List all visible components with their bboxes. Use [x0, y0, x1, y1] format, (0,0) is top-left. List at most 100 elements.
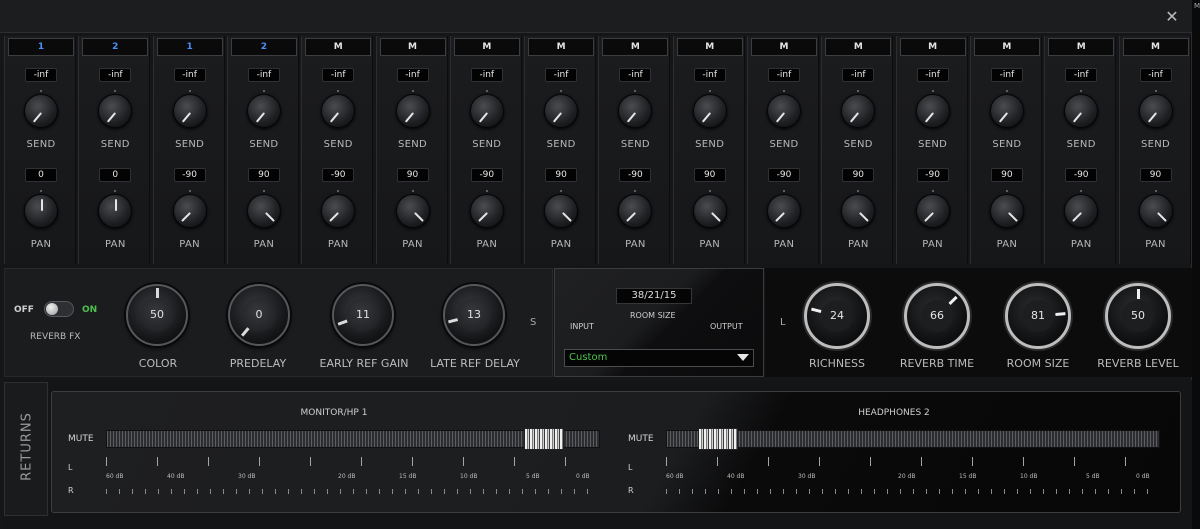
- send-value: -inf: [247, 68, 280, 82]
- knob-indicator: [1055, 312, 1066, 317]
- send-knob[interactable]: [1138, 94, 1173, 128]
- pan-value: 90: [842, 168, 875, 182]
- mute-button[interactable]: MUTE: [68, 434, 94, 444]
- scale-label: 10 dB: [460, 473, 478, 480]
- output-fader[interactable]: [666, 430, 1160, 448]
- reverb-early-ref-gain-knob[interactable]: 11: [332, 284, 394, 346]
- close-button[interactable]: ✕: [1162, 7, 1182, 27]
- knob-indicator: [255, 112, 266, 123]
- returns-tab[interactable]: RETURNS: [4, 382, 48, 516]
- knob-indicator: [1007, 212, 1018, 222]
- scale-label: 20 dB: [898, 473, 916, 480]
- pan-label: PAN: [550, 239, 572, 250]
- knob-indicator: [180, 212, 191, 222]
- fader-thumb[interactable]: [697, 428, 738, 450]
- channel-strip: 2 -inf SEND 0 PAN: [78, 36, 151, 264]
- channel-strip: M -inf SEND 90 PAN: [524, 36, 597, 264]
- reverb-color-knob[interactable]: 50: [126, 284, 188, 346]
- pan-value: 90: [693, 168, 726, 182]
- pan-knob[interactable]: [915, 194, 950, 228]
- scale-label: 60 dB: [106, 473, 124, 480]
- reverb-toggle[interactable]: [44, 301, 74, 317]
- send-knob[interactable]: [321, 94, 356, 128]
- knob-top-dot: [188, 190, 191, 192]
- send-value: -inf: [545, 68, 578, 82]
- send-knob[interactable]: [98, 94, 133, 128]
- send-knob[interactable]: [841, 94, 876, 128]
- send-knob[interactable]: [618, 94, 653, 128]
- pan-knob[interactable]: [172, 194, 207, 228]
- send-knob[interactable]: [692, 94, 727, 128]
- pan-knob[interactable]: [618, 194, 653, 228]
- send-knob[interactable]: [915, 94, 950, 128]
- knob-value: 81: [1022, 300, 1054, 332]
- returns-body: [51, 391, 1181, 513]
- send-knob[interactable]: [767, 94, 801, 128]
- reverb-late-ref-delay-knob[interactable]: 13: [443, 284, 505, 346]
- mute-button[interactable]: MUTE: [628, 434, 654, 444]
- channel-strip: 1 -inf SEND -90 PAN: [152, 36, 225, 264]
- pan-label: PAN: [1070, 239, 1092, 250]
- send-knob[interactable]: [1064, 94, 1099, 128]
- knob-value: 50: [1122, 300, 1154, 332]
- pan-knob[interactable]: [246, 194, 281, 228]
- send-knob[interactable]: [172, 94, 207, 128]
- pan-knob[interactable]: [24, 194, 58, 228]
- send-knob[interactable]: [24, 94, 58, 128]
- output-title: MONITOR/HP 1: [300, 408, 368, 418]
- pan-value: -90: [173, 168, 206, 182]
- pan-label: PAN: [179, 239, 200, 250]
- channel-name: M: [602, 38, 669, 56]
- send-knob[interactable]: [395, 94, 430, 128]
- knob-top-dot: [931, 90, 934, 92]
- send-value: -inf: [990, 68, 1023, 82]
- pan-knob[interactable]: [469, 194, 504, 228]
- send-label: SEND: [472, 139, 502, 150]
- send-knob[interactable]: [544, 94, 579, 128]
- knob-indicator: [859, 212, 870, 222]
- knob-indicator: [924, 112, 934, 123]
- pan-knob[interactable]: [767, 194, 801, 228]
- pan-value: -90: [322, 168, 355, 182]
- pan-knob[interactable]: [395, 194, 430, 228]
- pan-knob[interactable]: [841, 194, 876, 228]
- pan-knob[interactable]: [989, 194, 1024, 228]
- title-bar: ✕: [0, 0, 1192, 33]
- channel-name: M: [305, 38, 372, 56]
- knob-top-dot: [114, 190, 117, 192]
- knob-top-dot: [1005, 190, 1008, 192]
- send-label: SEND: [992, 139, 1022, 150]
- send-knob[interactable]: [989, 94, 1024, 128]
- room-preset-select[interactable]: Custom: [564, 349, 754, 367]
- pan-knob[interactable]: [544, 194, 579, 228]
- scale-label: 20 dB: [338, 473, 356, 480]
- right-meter: [106, 489, 598, 494]
- channel-strip: 1 -inf SEND 0 PAN: [4, 36, 76, 264]
- pan-knob[interactable]: [1064, 194, 1099, 228]
- pan-value: -90: [916, 168, 949, 182]
- fader-thumb[interactable]: [523, 428, 564, 450]
- scale-label: 40 dB: [727, 473, 745, 480]
- pan-knob[interactable]: [692, 194, 727, 228]
- send-value: -inf: [693, 68, 726, 82]
- knob-indicator: [329, 212, 340, 222]
- channel-name: 2: [230, 38, 297, 56]
- send-label: SEND: [26, 139, 56, 150]
- channel-name: M: [379, 38, 446, 56]
- reverb-room-size-knob[interactable]: 81: [1005, 283, 1071, 349]
- reverb-richness-knob[interactable]: 24: [804, 283, 870, 349]
- send-knob[interactable]: [246, 94, 281, 128]
- knob-indicator: [413, 212, 424, 222]
- channel-name: M: [453, 38, 520, 56]
- pan-knob[interactable]: [1138, 194, 1173, 228]
- reverb-mixer-window: ✕ 1 -inf SEND 0 PAN 2 -inf SEND 0 PAN 1 -inf SEND -90…: [0, 0, 1192, 529]
- knob-top-dot: [337, 90, 340, 92]
- reverb-predelay-knob[interactable]: 0: [228, 284, 290, 346]
- knob-top-dot: [857, 90, 860, 92]
- pan-knob[interactable]: [321, 194, 356, 228]
- pan-knob[interactable]: [98, 194, 133, 228]
- send-knob[interactable]: [469, 94, 504, 128]
- reverb-reverb-level-knob[interactable]: 50: [1105, 283, 1171, 349]
- reverb-reverb-time-knob[interactable]: 66: [904, 283, 970, 349]
- left-channel-label: L: [628, 463, 633, 472]
